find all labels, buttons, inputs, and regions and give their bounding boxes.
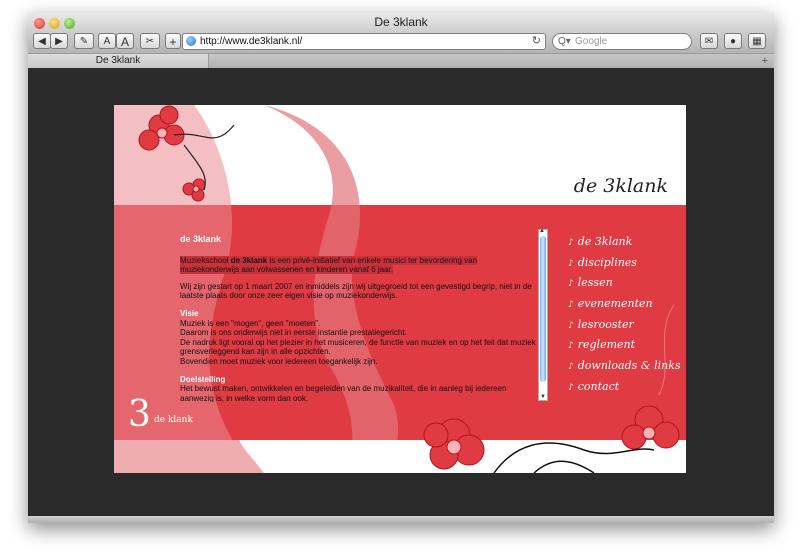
site-nav: ♪ de 3klank ♪ disciplines ♪ lessen ♪ eveneme… — [568, 235, 681, 401]
bookmarks-icon: ▦ — [752, 36, 762, 47]
mail-button[interactable]: ✉ — [700, 33, 718, 49]
intro-paragraph: Muziekschool de 3klank is een privé-init… — [180, 255, 537, 275]
address-url: http://www.de3klank.nl/ — [200, 36, 303, 47]
nav-label: de 3klank — [577, 235, 633, 248]
visie-heading: Visie — [180, 308, 199, 318]
intro-bold: de 3klank — [230, 255, 268, 265]
text-smaller-label: A — [103, 36, 111, 47]
browser-toolbar: ◀ ▶ ✎ A A ✂ + http://www.de3klank.nl/ ↻ … — [28, 31, 774, 53]
scissors-icon: ✂ — [145, 36, 155, 47]
intro-prefix: Muziekschool — [180, 255, 231, 265]
back-button[interactable]: ◀ — [33, 33, 51, 49]
music-note-icon: ♪ — [568, 238, 574, 248]
new-tab-icon[interactable]: + — [762, 54, 768, 68]
visie-line: Bovendien moet muziek voor iedereen toeg… — [180, 356, 378, 366]
search-placeholder: Google — [575, 36, 608, 47]
site-brand-title: de 3klank — [573, 175, 668, 197]
doel-text: Het bewust maken, ontwikkelen en begelei… — [180, 384, 507, 402]
nav-label: evenementen — [577, 297, 653, 311]
music-note-icon: ♪ — [568, 341, 574, 352]
content-heading: de 3klank — [180, 234, 222, 244]
nav-item-de-3klank[interactable]: ♪ de 3klank — [568, 235, 681, 256]
nav-label: lessen — [577, 276, 613, 290]
forward-button[interactable]: ▶ — [50, 33, 68, 49]
nav-label: contact — [577, 379, 620, 393]
visie-line: De nadruk ligt vooral op het plezier in … — [180, 337, 536, 357]
nav-label: downloads & links — [577, 359, 681, 373]
site-container: de 3klank de 3klank Muziekschool de 3kla… — [114, 105, 686, 473]
logo-word: de klank — [154, 415, 193, 425]
reload-icon[interactable]: ↻ — [532, 34, 541, 49]
visie-line: Daarom is ons onderwijs niet in eerste i… — [180, 328, 407, 338]
search-icon: Q▾ — [558, 36, 571, 47]
edit-button[interactable]: ✎ — [74, 33, 94, 49]
page-viewport: de 3klank de 3klank Muziekschool de 3kla… — [28, 68, 774, 516]
scroll-up-icon[interactable]: ▲ — [539, 228, 545, 234]
pencil-icon: ✎ — [79, 36, 89, 47]
tab-bar: De 3klank + — [28, 53, 774, 68]
logo-number: 3 — [128, 394, 151, 435]
zoom-window-button[interactable] — [64, 18, 75, 29]
music-note-icon: ♪ — [568, 258, 574, 269]
nav-item-contact[interactable]: ♪ contact — [568, 380, 681, 401]
title-bar: De 3klank — [28, 13, 774, 31]
content-pane: de 3klank Muziekschool de 3klank is een … — [180, 231, 537, 402]
nav-item-downloads-links[interactable]: ♪ downloads & links — [568, 359, 681, 380]
close-window-button[interactable] — [34, 18, 45, 29]
search-field[interactable]: Q▾ Google — [552, 33, 692, 50]
content-scrollbar[interactable]: ▲ ▼ — [538, 228, 548, 401]
add-bookmark-button[interactable]: + — [165, 33, 181, 49]
snippet-button[interactable]: ✂ — [140, 33, 160, 49]
nav-item-reglement[interactable]: ♪ reglement — [568, 338, 681, 359]
status-bar — [28, 516, 774, 523]
history-paragraph: Wij zijn gestart op 1 maart 2007 en inmi… — [180, 281, 532, 301]
nav-label: reglement — [577, 338, 636, 352]
globe-icon — [186, 36, 196, 46]
mail-icon: ✉ — [704, 36, 714, 47]
music-note-icon: ♪ — [568, 279, 574, 290]
scroll-down-icon[interactable]: ▼ — [540, 394, 546, 400]
record-icon: ● — [729, 36, 737, 47]
window-title: De 3klank — [374, 15, 428, 29]
text-bigger-label: A — [120, 35, 129, 49]
forward-icon: ▶ — [55, 36, 63, 47]
address-bar[interactable]: http://www.de3klank.nl/ ↻ — [182, 33, 546, 50]
nav-item-lesrooster[interactable]: ♪ lesrooster — [568, 318, 681, 339]
plus-icon: + — [169, 35, 177, 49]
tab-label: De 3klank — [95, 55, 141, 66]
music-note-icon: ♪ — [568, 300, 574, 311]
text-smaller-button[interactable]: A — [98, 33, 116, 49]
nav-item-disciplines[interactable]: ♪ disciplines — [568, 256, 681, 277]
nav-item-lessen[interactable]: ♪ lessen — [568, 276, 681, 297]
record-button[interactable]: ● — [724, 33, 742, 49]
text-bigger-button[interactable]: A — [116, 33, 134, 49]
nav-item-evenementen[interactable]: ♪ evenementen — [568, 297, 681, 318]
music-note-icon: ♪ — [568, 362, 574, 373]
music-note-icon: ♪ — [568, 382, 574, 393]
bookmarks-button[interactable]: ▦ — [748, 33, 766, 49]
nav-label: disciplines — [577, 255, 637, 269]
music-note-icon: ♪ — [568, 320, 574, 331]
doel-heading: Doelstelling — [180, 374, 226, 384]
scrollbar-thumb[interactable] — [540, 236, 546, 382]
back-icon: ◀ — [38, 36, 46, 47]
nav-label: lesrooster — [577, 317, 634, 331]
tab-de-3klank[interactable]: De 3klank — [28, 54, 209, 68]
visie-line: Muziek is een "mogen", geen "moeten". — [180, 318, 321, 328]
browser-window: De 3klank ◀ ▶ ✎ A A ✂ + http://www.de3kl… — [28, 13, 774, 523]
minimize-window-button[interactable] — [49, 18, 60, 29]
